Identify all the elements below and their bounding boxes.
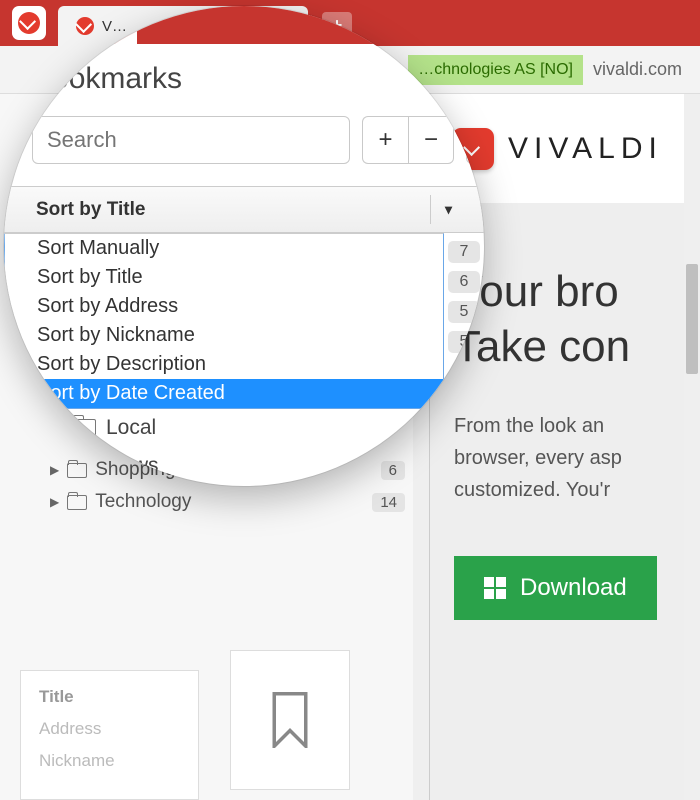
expand-icon[interactable]: ▶ <box>50 458 62 474</box>
row-count: 5 <box>448 331 480 353</box>
add-bookmark-button[interactable]: + <box>362 116 408 164</box>
body-line: browser, every asp <box>454 442 700 474</box>
add-remove-group: + − <box>362 116 454 164</box>
folder-label: News <box>106 454 159 478</box>
chevron-down-icon: ▾ <box>430 195 466 224</box>
bookmark-thumbnail <box>230 650 350 790</box>
folder-row[interactable]: ▶ Local 4 <box>4 409 484 447</box>
body-line: From the look an <box>454 410 700 442</box>
folder-icon <box>72 419 96 437</box>
sort-option[interactable]: Sort by Address <box>5 292 443 321</box>
scrollbar-thumb[interactable] <box>686 264 698 374</box>
sort-option[interactable]: Sort by Description <box>5 350 443 379</box>
sort-option[interactable]: Sort by Date Created <box>5 379 443 408</box>
download-button[interactable]: Download <box>454 556 657 620</box>
folder-label: Local <box>106 416 156 440</box>
folder-icon <box>478 132 484 148</box>
folder-row[interactable]: ▶ Technology 14 <box>50 486 405 518</box>
panel-title: Bookmarks <box>32 62 456 96</box>
search-input[interactable] <box>32 116 350 164</box>
sort-option[interactable]: Sort Manually <box>5 234 443 263</box>
row-count: 5 <box>448 301 480 323</box>
folder-icon <box>67 495 87 510</box>
headline-1: Your bro <box>454 264 700 319</box>
detail-nickname-label: Nickname <box>39 751 180 771</box>
detail-address-label: Address <box>39 719 180 739</box>
folder-row[interactable]: ▶ News <box>4 447 484 485</box>
sort-dropdown-toggle[interactable]: Sort by Title ▾ <box>4 186 484 233</box>
magnifier-lens: V… Bookmarks + − Sort by Title ▾ Sort Ma… <box>4 6 484 486</box>
folder-label: Technology <box>95 491 191 513</box>
download-label: Download <box>520 574 627 602</box>
folder-button[interactable] <box>466 116 484 164</box>
row-count: 6 <box>448 271 480 293</box>
folder-count: 4 <box>429 417 456 439</box>
headline-2: Take con <box>454 319 700 374</box>
sort-option[interactable]: Sort by Title <box>5 263 443 292</box>
detail-title-label: Title <box>39 687 180 707</box>
sort-option[interactable]: Sort by Nickname <box>5 321 443 350</box>
expand-icon[interactable]: ▶ <box>50 495 59 509</box>
remove-bookmark-button[interactable]: − <box>408 116 454 164</box>
sort-label: Sort by Title <box>36 199 145 221</box>
windows-icon <box>484 577 506 599</box>
row-count: 7 <box>448 241 480 263</box>
brand-name: VIVALDI <box>508 132 663 166</box>
page-scrollbar[interactable] <box>684 94 700 800</box>
body-line: customized. You'r <box>454 474 700 506</box>
folder-icon <box>72 457 96 475</box>
bookmark-icon <box>268 692 312 748</box>
tab-title: V… <box>98 19 125 37</box>
sort-dropdown[interactable]: Sort ManuallySort by TitleSort by Addres… <box>4 233 444 409</box>
favicon-icon <box>72 19 90 37</box>
folder-count: 14 <box>372 493 405 512</box>
bookmark-detail: Title Address Nickname <box>20 670 199 800</box>
url-text[interactable]: vivaldi.com <box>593 59 682 80</box>
browser-tab[interactable]: V… <box>60 12 137 44</box>
expand-icon[interactable]: ▶ <box>50 420 62 436</box>
